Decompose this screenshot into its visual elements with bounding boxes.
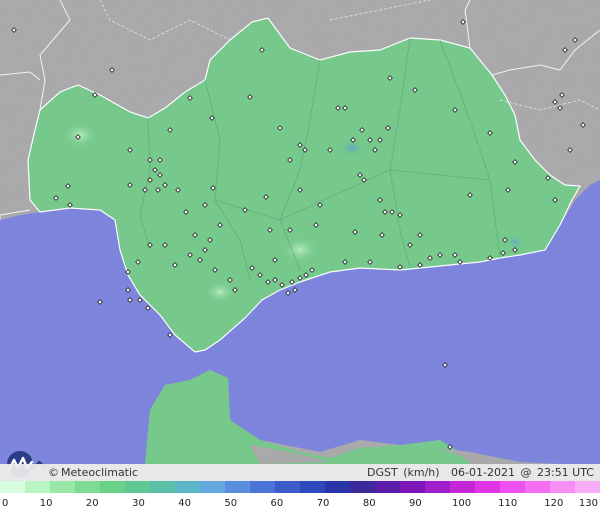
color-scale-tick-label: 130 (578, 498, 598, 509)
variable-name: DGST (366, 466, 398, 479)
status-date: 06-01-2021 (451, 466, 515, 479)
color-scale-ticks: 0 10 20 30 40 50 60 70 80 90 100 110 120 130 (0, 495, 600, 511)
color-scale-tick-label: 20 (85, 498, 99, 509)
color-scale-tick-label: 10 (39, 498, 53, 509)
color-scale-tick-label: 100 (451, 498, 472, 509)
color-scale-swatch (150, 481, 175, 493)
color-scale-swatch (375, 481, 400, 493)
color-scale-swatch (100, 481, 125, 493)
brand-credit: © Meteoclimatic (48, 466, 138, 479)
color-scale-swatch (350, 481, 375, 493)
color-scale-swatch (550, 481, 575, 493)
color-scale-swatch (200, 481, 225, 493)
map-status: DGST (km/h) 06-01-2021 @ 23:51 UTC (365, 466, 594, 479)
wind-gust-map (0, 0, 600, 517)
color-scale-swatch (475, 481, 500, 493)
color-scale-swatch (575, 481, 600, 493)
color-scale-tick-label: 120 (544, 498, 564, 509)
color-scale-tick-label: 40 (178, 498, 191, 509)
color-scale-swatch (175, 481, 200, 493)
color-scale-swatch (500, 481, 525, 493)
color-scale-tick-label: 50 (224, 498, 238, 509)
gust-pale-area (280, 236, 320, 264)
color-scale-tick-label: 30 (132, 498, 145, 509)
gust-pale-area (204, 280, 236, 304)
color-scale-swatch (25, 481, 50, 493)
color-scale-tick-label: 80 (362, 498, 376, 509)
color-scale-swatch (250, 481, 275, 493)
gust-pale-area (62, 121, 98, 149)
color-scale-swatch (450, 481, 475, 493)
color-scale-tick-label: 70 (316, 498, 330, 509)
color-scale-tick-label: 0 (2, 498, 9, 509)
color-scale-swatch (75, 481, 100, 493)
status-time: 23:51 UTC (536, 466, 594, 479)
color-scale-swatch (325, 481, 350, 493)
color-scale-tick-label: 110 (498, 498, 518, 509)
color-scale-ramp (0, 481, 600, 493)
color-scale-tick-label: 60 (270, 498, 284, 509)
copyright-symbol: © (48, 466, 59, 479)
status-at: @ (520, 466, 532, 479)
color-scale-swatch (525, 481, 550, 493)
color-scale-swatch (225, 481, 250, 493)
color-scale-swatch (425, 481, 450, 493)
color-scale-swatch (275, 481, 300, 493)
color-scale-swatch (0, 481, 25, 493)
color-scale-swatch (300, 481, 325, 493)
brand-name: Meteoclimatic (61, 466, 139, 479)
color-scale-swatch (400, 481, 425, 493)
color-scale-swatch (125, 481, 150, 493)
variable-unit: (km/h) (403, 466, 440, 479)
color-scale-swatch (50, 481, 75, 493)
color-scale: 0 10 20 30 40 50 60 70 80 90 100 110 120 130 (0, 481, 600, 517)
color-scale-tick-label: 90 (409, 498, 422, 509)
